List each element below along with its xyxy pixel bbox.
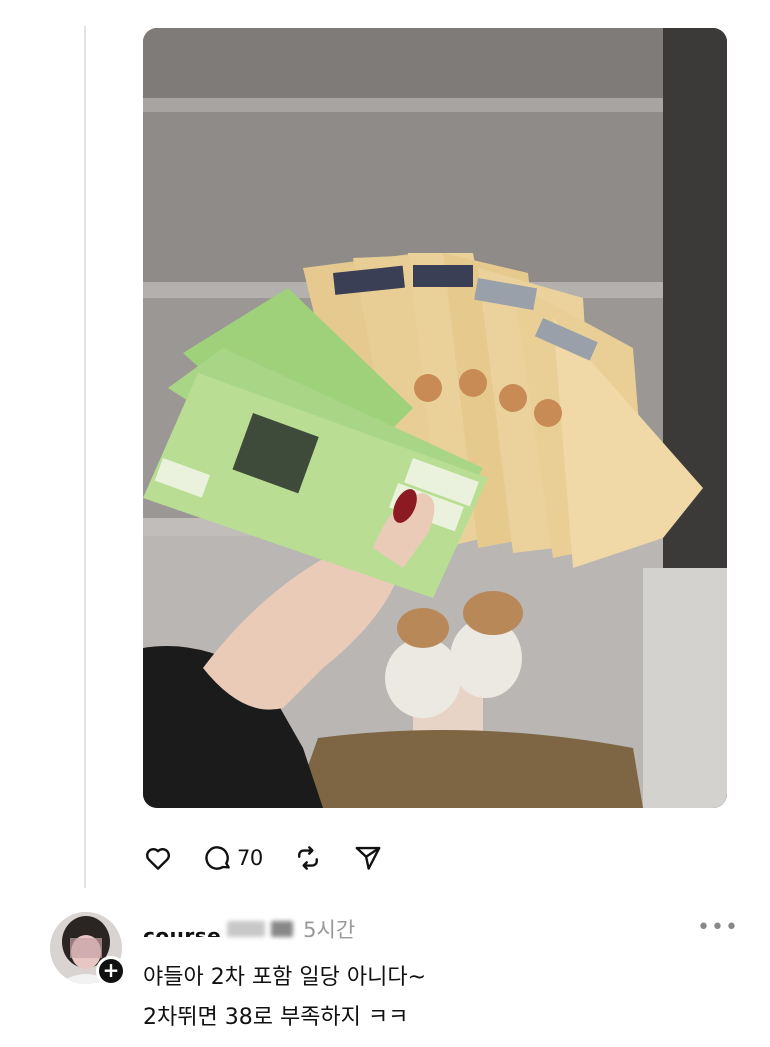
reply-text-line: 2차뛰면 38로 부족하지 ㅋㅋ: [143, 1005, 409, 1030]
reply-username[interactable]: course: [143, 921, 221, 937]
post-actions-bar: 70: [143, 838, 413, 878]
thread-connector-line: [84, 26, 86, 888]
post-photo[interactable]: [143, 28, 727, 808]
reply-text: 야들아 2차 포함 일당 아니다~ 2차뛰면 38로 부족하지 ㅋㅋ: [143, 958, 426, 1038]
reply-item: + course 5시간 ••• 야들아 2차 포함 일당 아니다~ 2차뛰면 …: [0, 900, 770, 1047]
reply-header: course 5시간: [143, 914, 355, 944]
send-icon: [353, 843, 383, 873]
comment-button[interactable]: 70: [203, 843, 263, 873]
follow-add-button[interactable]: +: [96, 956, 126, 986]
comment-bubble-icon: [203, 843, 233, 873]
like-button[interactable]: [143, 843, 173, 873]
repost-button[interactable]: [293, 843, 323, 873]
censored-name-block: [227, 921, 266, 937]
repost-icon: [293, 843, 323, 873]
more-dots-icon[interactable]: •••: [697, 917, 739, 939]
reply-text-line: 야들아 2차 포함 일당 아니다~: [143, 965, 427, 990]
share-button[interactable]: [353, 843, 383, 873]
comment-count: 70: [237, 846, 263, 870]
reply-timestamp: 5시간: [303, 918, 356, 942]
censored-name-block: [271, 921, 294, 937]
heart-icon: [143, 843, 173, 873]
